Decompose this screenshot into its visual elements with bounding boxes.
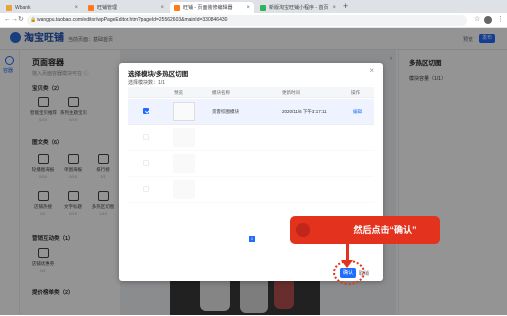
dialog-title: 选择模块/多热区切图 [128, 71, 189, 78]
browser-tab-3[interactable]: 旺铺 - 页面装修编辑器 × [170, 2, 254, 13]
edit-link[interactable]: 编辑 [353, 109, 362, 115]
table-row[interactable] [128, 177, 374, 203]
instruction-text: 然后点击“确认” [353, 225, 417, 235]
row-checkbox[interactable] [143, 186, 149, 192]
highlight-ring [333, 260, 365, 285]
module-thumbnail [173, 128, 195, 147]
tab-label: 旺铺 - 页面装修编辑器 [183, 5, 233, 11]
back-icon[interactable]: ← [4, 16, 11, 24]
close-icon[interactable]: × [74, 5, 78, 11]
url-field[interactable]: 🔒 wangpu.taobao.com/editor/wpPageEditor.… [27, 15, 467, 26]
url-text: wangpu.taobao.com/editor/wpPageEditor.ht… [37, 17, 228, 23]
lock-icon: 🔒 [30, 17, 37, 23]
address-bar: ← → ↻ 🔒 wangpu.taobao.com/editor/wpPageE… [0, 13, 507, 28]
profile-avatar[interactable] [484, 16, 492, 24]
instruction-callout: 然后点击“确认” [290, 216, 440, 244]
table-header: 预览 模块名称 更新时间 操作 [128, 87, 374, 98]
select-module-dialog: 选择模块/多热区切图 × 选择模块数：1/1 预览 模块名称 更新时间 操作 货… [119, 63, 383, 281]
column-header: 模块名称 [212, 90, 230, 95]
favicon-icon [6, 4, 12, 11]
table-row[interactable] [128, 151, 374, 177]
column-header: 操作 [351, 90, 360, 95]
browser-tab-1[interactable]: Wbank × [2, 2, 82, 13]
browser-tab-strip: Wbank × 旺铺管理 × 旺铺 - 页面装修编辑器 × 新版淘宝旺铺小程序 … [0, 0, 507, 13]
tab-label: 新版淘宝旺铺小程序 - 首页 [269, 5, 329, 11]
table-row[interactable]: 货客综图模块 2020/11/6 下午3:17:11 编辑 [128, 99, 374, 125]
update-time-cell: 2020/11/6 下午3:17:11 [282, 109, 327, 114]
row-checkbox[interactable] [143, 160, 149, 166]
table-row[interactable] [128, 125, 374, 151]
selected-count: 选择模块数：1/1 [128, 80, 165, 86]
new-tab-button[interactable]: + [343, 2, 348, 11]
favicon-icon [174, 4, 180, 11]
pagination-page[interactable]: 1 [249, 236, 255, 242]
module-thumbnail [173, 154, 195, 173]
reload-icon[interactable]: ↻ [18, 16, 24, 24]
close-icon[interactable]: × [160, 5, 164, 11]
favicon-icon [88, 4, 94, 11]
favicon-icon [260, 4, 266, 11]
tab-label: 旺铺管理 [97, 5, 118, 11]
browser-tab-4[interactable]: 新版淘宝旺铺小程序 - 首页 × [256, 2, 340, 13]
callout-dot-icon [296, 223, 310, 237]
row-checkbox[interactable] [143, 134, 149, 140]
menu-icon[interactable]: ⋮ [497, 16, 504, 24]
star-icon[interactable]: ☆ [474, 16, 480, 24]
forward-icon[interactable]: → [11, 16, 18, 24]
tab-label: Wbank [15, 4, 31, 11]
module-thumbnail [173, 102, 195, 121]
close-icon[interactable]: × [369, 66, 374, 75]
row-checkbox[interactable] [143, 108, 149, 114]
close-icon[interactable]: × [332, 5, 336, 11]
browser-tab-2[interactable]: 旺铺管理 × [84, 2, 168, 13]
column-header: 更新时间 [282, 90, 300, 95]
module-name-cell: 货客综图模块 [212, 109, 239, 114]
close-icon[interactable]: × [246, 5, 250, 11]
column-header: 预览 [174, 90, 183, 95]
module-thumbnail [173, 180, 195, 199]
